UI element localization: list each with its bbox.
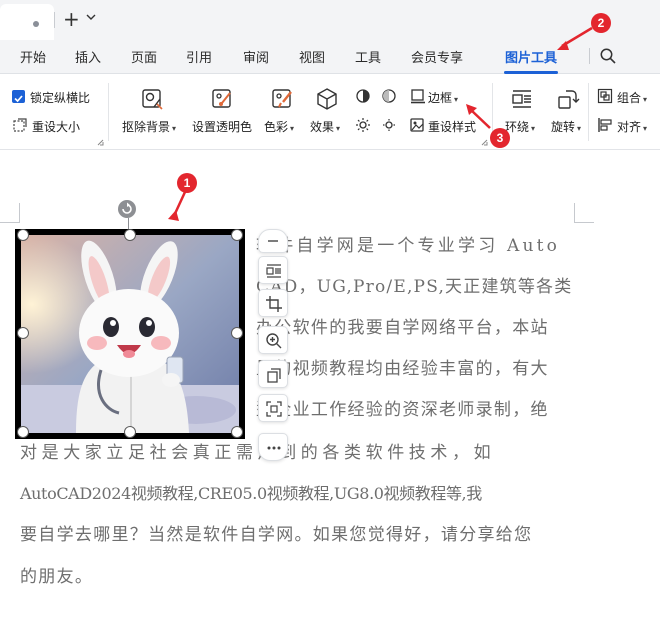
- annotation-arrowhead-1: [168, 210, 179, 221]
- annotation-badge-3: 3: [490, 128, 510, 148]
- annotation-badge-1: 1: [177, 173, 197, 193]
- annotation-badge-2: 2: [591, 13, 611, 33]
- annotation-arrow-3: [470, 109, 491, 129]
- annotation-arrows: [168, 26, 593, 221]
